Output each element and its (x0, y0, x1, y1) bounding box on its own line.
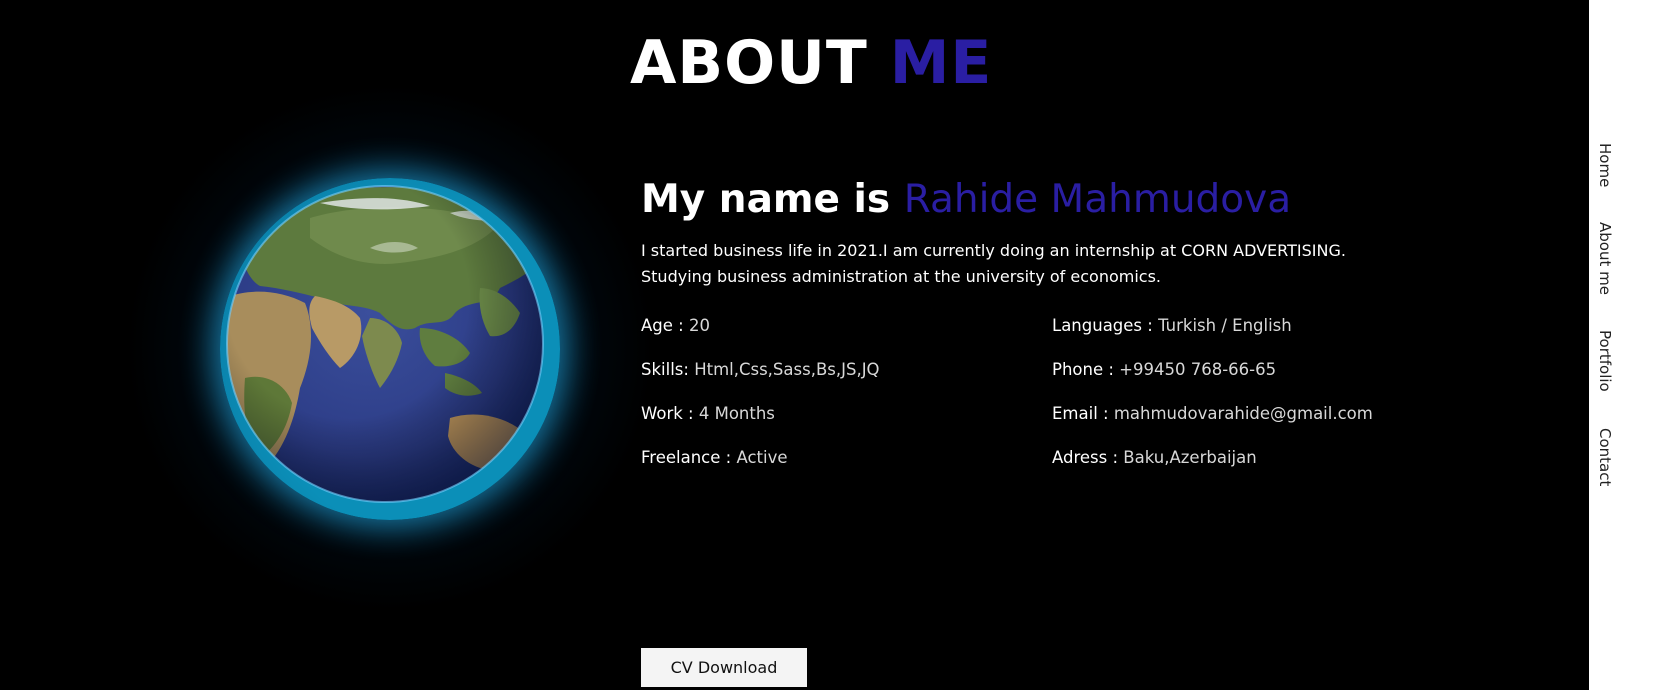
name-heading-accent: Rahide Mahmudova (903, 177, 1292, 222)
info-value: Html,Css,Sass,Bs,JS,JQ (694, 360, 880, 379)
about-section: ABOUT ME My name is Rahide Mahmudova I s… (0, 0, 1589, 690)
title-accent: ME (889, 28, 993, 98)
info-freelance: Freelance : Active (641, 447, 788, 469)
nav-item-portfolio[interactable]: Portfolio (1596, 330, 1614, 392)
info-label: Phone : (1052, 360, 1114, 379)
side-nav: Home About me Portfolio Contact (1589, 0, 1639, 690)
info-label: Work : (641, 404, 694, 423)
scrollbar-track[interactable] (1639, 0, 1657, 690)
info-value: +99450 768-66-65 (1119, 360, 1277, 379)
info-phone: Phone : +99450 768-66-65 (1052, 359, 1276, 381)
info-value: mahmudovarahide@gmail.com (1113, 404, 1373, 423)
info-skills: Skills: Html,Css,Sass,Bs,JS,JQ (641, 359, 880, 381)
info-languages: Languages : Turkish / English (1052, 315, 1292, 337)
info-label: Age : (641, 316, 684, 335)
intro-text: I started business life in 2021.I am cur… (641, 241, 1346, 286)
info-age: Age : 20 (641, 315, 710, 337)
info-value: 4 Months (698, 404, 775, 423)
name-heading: My name is Rahide Mahmudova (641, 172, 1421, 228)
earth-globe-icon (226, 185, 544, 503)
info-label: Adress : (1052, 448, 1119, 467)
info-work: Work : 4 Months (641, 403, 775, 425)
info-value: 20 (688, 316, 710, 335)
info-label: Skills: (641, 360, 689, 379)
info-email: Email : mahmudovarahide@gmail.com (1052, 403, 1373, 425)
title-main: ABOUT (630, 28, 868, 98)
page-title: ABOUT ME (630, 26, 992, 100)
globe-image (90, 48, 690, 648)
info-value: Active (736, 448, 788, 467)
nav-item-about-me[interactable]: About me (1596, 222, 1614, 295)
info-label: Email : (1052, 404, 1109, 423)
info-value: Turkish / English (1158, 316, 1292, 335)
info-label: Languages : (1052, 316, 1153, 335)
name-heading-main: My name is (641, 177, 891, 222)
info-value: Baku,Azerbaijan (1123, 448, 1257, 467)
cv-download-button[interactable]: CV Download (641, 648, 807, 687)
info-address: Adress : Baku,Azerbaijan (1052, 447, 1257, 469)
page: ABOUT ME My name is Rahide Mahmudova I s… (0, 0, 1657, 690)
nav-item-contact[interactable]: Contact (1596, 428, 1614, 486)
info-label: Freelance : (641, 448, 732, 467)
nav-item-home[interactable]: Home (1596, 143, 1614, 187)
about-content: My name is Rahide Mahmudova I started bu… (641, 172, 1421, 687)
